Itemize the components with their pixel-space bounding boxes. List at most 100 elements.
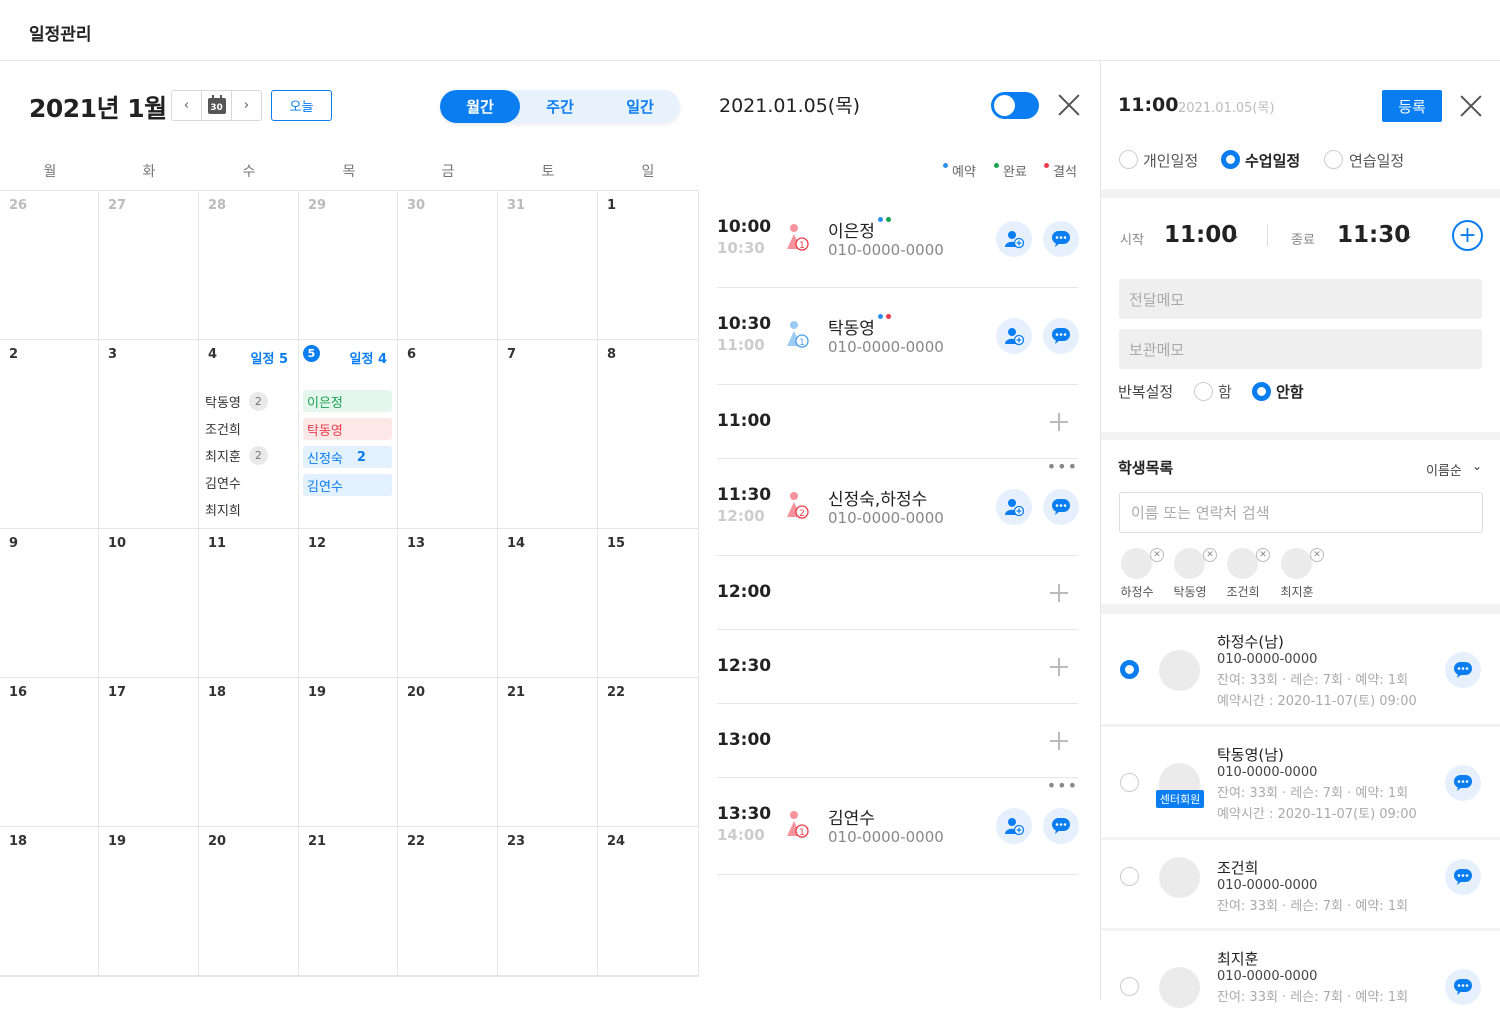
calendar-day-cell[interactable]: 5 일정 4 이은정 탁동영 신정숙 2 김연수 (299, 340, 398, 529)
calendar-day-cell[interactable]: 21 (498, 678, 598, 827)
time-slot[interactable]: 12:00 (717, 556, 1078, 630)
calendar-day-cell[interactable]: 2 (0, 340, 99, 529)
schedule-chip[interactable]: 이은정 (303, 390, 392, 412)
calendar-entry[interactable]: 탁동영 2 (205, 392, 268, 411)
calendar-entry[interactable]: 조건희 (205, 419, 241, 438)
repeat-no-radio[interactable] (1252, 382, 1271, 401)
close-day-panel-button[interactable] (1058, 94, 1080, 116)
remove-icon[interactable]: ✕ (1256, 548, 1270, 562)
calendar-day-cell[interactable]: 11 (199, 529, 299, 678)
student-select-radio[interactable] (1120, 660, 1139, 679)
end-time-select[interactable]: 11:30 (1337, 222, 1410, 248)
delivery-memo-input[interactable]: 전달메모 (1119, 279, 1482, 319)
add-slot-plus-icon[interactable] (1050, 584, 1068, 602)
calendar-day-cell[interactable]: 14 (498, 529, 598, 678)
calendar-picker-button[interactable]: 30 (201, 91, 232, 120)
message-button[interactable] (1043, 808, 1079, 844)
add-slot-plus-icon[interactable] (1050, 658, 1068, 676)
calendar-day-cell[interactable]: 18 (199, 678, 299, 827)
more-options-icon[interactable]: ••• (1047, 778, 1078, 794)
message-button[interactable] (1043, 318, 1079, 354)
calendar-day-cell[interactable]: 28 (199, 191, 299, 340)
tab-monthly[interactable]: 월간 (440, 90, 520, 123)
time-slot[interactable]: 10:00 10:30 1 이은정 010-0000-0000 (717, 191, 1079, 288)
calendar-day-cell[interactable]: 7 (498, 340, 598, 529)
calendar-day-cell[interactable]: 22 (398, 827, 498, 977)
remove-icon[interactable]: ✕ (1203, 548, 1217, 562)
schedule-chip[interactable]: 김연수 (303, 474, 392, 496)
calendar-day-cell[interactable]: 23 (498, 827, 598, 977)
time-slot[interactable]: 13:00 (717, 704, 1078, 778)
student-select-radio[interactable] (1120, 977, 1139, 996)
type-radio-personal[interactable] (1119, 150, 1138, 169)
calendar-day-cell[interactable]: 10 (99, 529, 199, 678)
add-student-button[interactable] (996, 221, 1032, 257)
next-month-button[interactable]: › (232, 91, 261, 120)
calendar-entry[interactable]: 최지훈 2 (205, 446, 268, 465)
schedule-count[interactable]: 일정 5 (251, 348, 289, 367)
message-button[interactable] (1445, 859, 1481, 895)
view-toggle[interactable] (991, 92, 1039, 119)
calendar-day-cell[interactable]: 20 (199, 827, 299, 977)
calendar-day-cell[interactable]: 13 (398, 529, 498, 678)
calendar-day-cell[interactable]: 27 (99, 191, 199, 340)
repeat-yes-radio[interactable] (1194, 382, 1213, 401)
student-list-item[interactable]: 최지훈 010-0000-0000 잔여: 33회 · 레슨: 7회 · 예약: 1… (1101, 931, 1500, 1021)
time-slot[interactable]: 11:00 (717, 385, 1078, 459)
calendar-day-cell[interactable]: 1 (598, 191, 699, 340)
calendar-day-cell[interactable]: 16 (0, 678, 99, 827)
calendar-entry[interactable]: 최지희 (205, 500, 241, 519)
more-options-icon[interactable]: ••• (1047, 459, 1078, 475)
calendar-day-cell[interactable]: 19 (99, 827, 199, 977)
add-slot-plus-icon[interactable] (1050, 732, 1068, 750)
register-button[interactable]: 등록 (1382, 90, 1442, 122)
calendar-day-cell[interactable]: 18 (0, 827, 99, 977)
keep-memo-input[interactable]: 보관메모 (1119, 329, 1482, 369)
tab-daily[interactable]: 일간 (600, 90, 680, 123)
calendar-day-cell[interactable]: 26 (0, 191, 99, 340)
calendar-day-cell[interactable]: 21 (299, 827, 398, 977)
student-list-item[interactable]: 하정수(남) 010-0000-0000 잔여: 33회 · 레슨: 7회 · 예약… (1101, 614, 1500, 724)
student-list-item[interactable]: 조건희 010-0000-0000 잔여: 33회 · 레슨: 7회 · 예약: 1… (1101, 840, 1500, 928)
calendar-day-cell[interactable]: 3 (99, 340, 199, 529)
remove-icon[interactable]: ✕ (1150, 548, 1164, 562)
calendar-day-cell[interactable]: 9 (0, 529, 99, 678)
calendar-day-cell[interactable]: 4 일정 5 탁동영 2 조건희 최지훈 2 김연수 최지희 (199, 340, 299, 529)
student-list-item[interactable]: 센터회원 탁동영(남) 010-0000-0000 잔여: 33회 · 레슨: 7회 … (1101, 727, 1500, 837)
today-button[interactable]: 오늘 (271, 90, 332, 121)
calendar-day-cell[interactable]: 29 (299, 191, 398, 340)
calendar-day-cell[interactable]: 24 (598, 827, 699, 977)
calendar-day-cell[interactable]: 15 (598, 529, 699, 678)
schedule-count[interactable]: 일정 4 (350, 348, 388, 367)
message-button[interactable] (1445, 652, 1481, 688)
calendar-day-cell[interactable]: 17 (99, 678, 199, 827)
close-editor-button[interactable] (1460, 95, 1482, 117)
time-slot[interactable]: 13:30 14:00 1 김연수 010-0000-0000 ••• (717, 778, 1079, 875)
student-search-input[interactable]: 이름 또는 연락처 검색 (1119, 492, 1483, 533)
time-slot[interactable]: 11:30 12:00 2 신정숙,하정수 010-0000-0000 ••• (717, 459, 1079, 556)
calendar-day-cell[interactable]: 20 (398, 678, 498, 827)
schedule-chip[interactable]: 탁동영 (303, 418, 392, 440)
type-radio-class[interactable] (1221, 150, 1240, 169)
message-button[interactable] (1043, 221, 1079, 257)
time-slot[interactable]: 10:30 11:00 1 탁동영 010-0000-0000 (717, 288, 1079, 385)
add-time-button[interactable]: + (1452, 220, 1483, 251)
calendar-day-cell[interactable]: 19 (299, 678, 398, 827)
add-slot-plus-icon[interactable] (1050, 413, 1068, 431)
message-button[interactable] (1043, 489, 1079, 525)
sort-select[interactable]: 이름순 (1426, 460, 1462, 479)
student-select-radio[interactable] (1120, 773, 1139, 792)
calendar-entry[interactable]: 김연수 (205, 473, 241, 492)
student-select-radio[interactable] (1120, 867, 1139, 886)
message-button[interactable] (1445, 765, 1481, 801)
type-radio-practice[interactable] (1324, 150, 1343, 169)
add-student-button[interactable] (996, 808, 1032, 844)
start-time-select[interactable]: 11:00 (1164, 222, 1237, 248)
tab-weekly[interactable]: 주간 (520, 90, 600, 123)
calendar-day-cell[interactable]: 12 (299, 529, 398, 678)
remove-icon[interactable]: ✕ (1310, 548, 1324, 562)
add-student-button[interactable] (996, 318, 1032, 354)
calendar-day-cell[interactable]: 31 (498, 191, 598, 340)
calendar-day-cell[interactable]: 22 (598, 678, 699, 827)
prev-month-button[interactable]: ‹ (172, 91, 201, 120)
